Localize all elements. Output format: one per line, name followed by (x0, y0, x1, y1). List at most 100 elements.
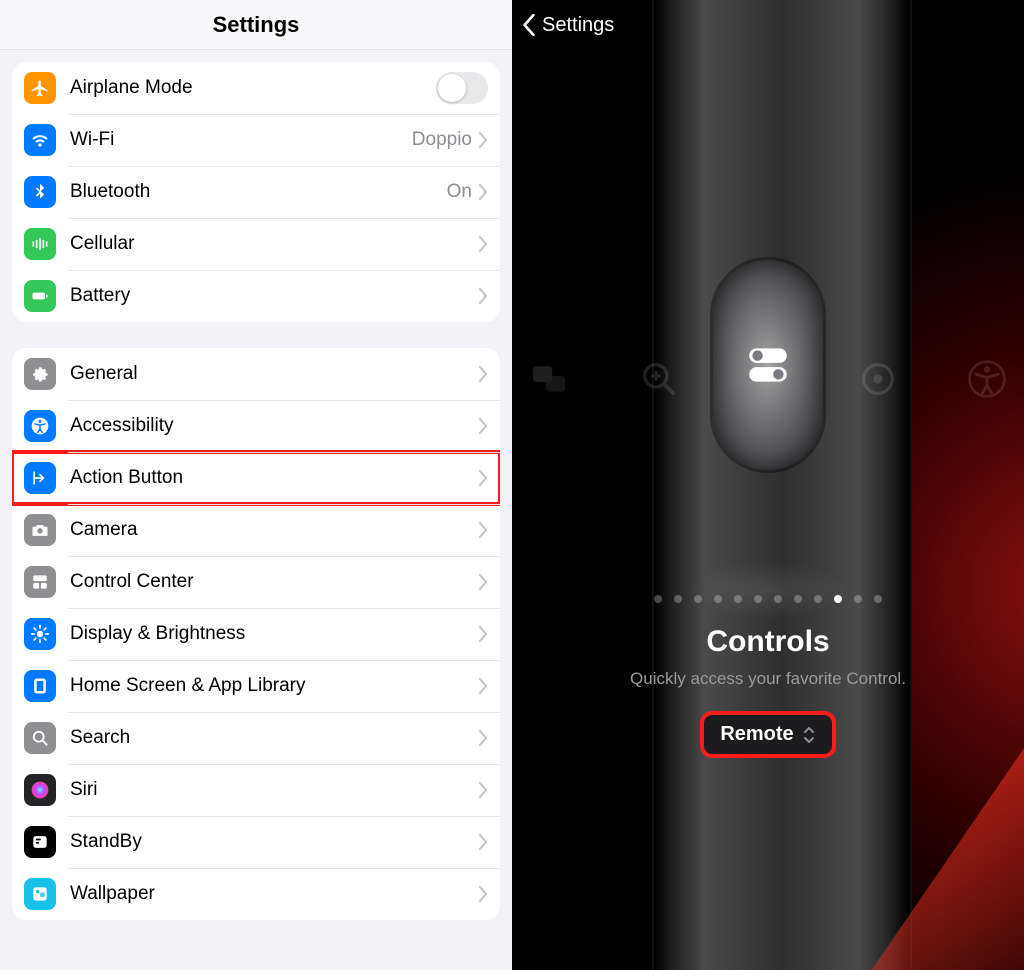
accessibility-icon (968, 360, 1006, 398)
page-dot[interactable] (834, 595, 842, 603)
settings-row-display[interactable]: Display & Brightness (12, 608, 500, 660)
settings-row-label: Action Button (70, 467, 478, 489)
page-dot[interactable] (794, 595, 802, 603)
settings-row-label: StandBy (70, 831, 478, 853)
chevron-right-icon (478, 730, 488, 746)
controls-block: Controls Quickly access your favorite Co… (512, 625, 1024, 756)
page-dot[interactable] (714, 595, 722, 603)
action-button-icon (24, 462, 56, 494)
settings-row-camera[interactable]: Camera (12, 504, 500, 556)
settings-row-controlcenter[interactable]: Control Center (12, 556, 500, 608)
settings-row-label: Bluetooth (70, 181, 447, 203)
control-picker[interactable]: Remote (702, 713, 833, 756)
settings-row-label: Accessibility (70, 415, 478, 437)
settings-row-label: Battery (70, 285, 478, 307)
airplane-switch[interactable] (436, 72, 488, 104)
controls-subtitle: Quickly access your favorite Control. (512, 669, 1024, 689)
page-dot[interactable] (854, 595, 862, 603)
back-label: Settings (542, 14, 614, 37)
page-dot[interactable] (654, 595, 662, 603)
chevron-right-icon (478, 132, 488, 148)
settings-group-general: General Accessibility Action Button Camera C… (12, 348, 500, 920)
battery-icon (24, 280, 56, 312)
settings-row-value: On (447, 181, 472, 203)
settings-scroll[interactable]: Airplane ModeWi-FiDoppioBluetoothOnCellu… (0, 50, 512, 970)
settings-row-airplane[interactable]: Airplane Mode (12, 62, 500, 114)
settings-header: Settings (0, 0, 512, 50)
chevron-right-icon (478, 522, 488, 538)
camera-icon (24, 514, 56, 546)
controls-title: Controls (512, 625, 1024, 659)
settings-row-standby[interactable]: StandBy (12, 816, 500, 868)
cellular-icon (24, 228, 56, 260)
settings-row-label: General (70, 363, 478, 385)
control-center-icon (24, 566, 56, 598)
chevron-right-icon (478, 184, 488, 200)
chevron-right-icon (478, 626, 488, 642)
page-dot[interactable] (694, 595, 702, 603)
chevron-right-icon (478, 574, 488, 590)
action-button-render (713, 260, 823, 470)
home-screen-icon (24, 670, 56, 702)
page-dot[interactable] (674, 595, 682, 603)
settings-row-label: Home Screen & App Library (70, 675, 478, 697)
chevron-right-icon (478, 366, 488, 382)
settings-row-bluetooth[interactable]: BluetoothOn (12, 166, 500, 218)
settings-row-value: Doppio (412, 129, 472, 151)
settings-list-pane: Settings Airplane ModeWi-FiDoppioBluetoo… (0, 0, 512, 970)
settings-row-search[interactable]: Search (12, 712, 500, 764)
translate-icon (530, 360, 568, 398)
settings-row-siri[interactable]: Siri (12, 764, 500, 816)
page-dot[interactable] (814, 595, 822, 603)
chevron-right-icon (478, 782, 488, 798)
settings-row-homescreen[interactable]: Home Screen & App Library (12, 660, 500, 712)
chevron-right-icon (478, 678, 488, 694)
settings-row-battery[interactable]: Battery (12, 270, 500, 322)
page-dot[interactable] (774, 595, 782, 603)
settings-row-label: Airplane Mode (70, 77, 436, 99)
chevron-right-icon (478, 236, 488, 252)
control-picker-value: Remote (720, 723, 793, 746)
settings-row-label: Wallpaper (70, 883, 478, 905)
wallpaper-icon (24, 878, 56, 910)
settings-group-connectivity: Airplane ModeWi-FiDoppioBluetoothOnCellu… (12, 62, 500, 322)
settings-row-label: Cellular (70, 233, 478, 255)
settings-row-label: Wi-Fi (70, 129, 412, 151)
settings-row-cellular[interactable]: Cellular (12, 218, 500, 270)
standby-icon (24, 826, 56, 858)
decorative-glow-bottom (688, 560, 848, 620)
page-dot[interactable] (754, 595, 762, 603)
airplane-icon (24, 72, 56, 104)
settings-row-wifi[interactable]: Wi-FiDoppio (12, 114, 500, 166)
action-button-header: Settings (512, 0, 1024, 50)
settings-row-label: Search (70, 727, 478, 749)
chevron-right-icon (478, 470, 488, 486)
chevron-right-icon (478, 418, 488, 434)
accessibility-icon (24, 410, 56, 442)
wifi-icon (24, 124, 56, 156)
chevron-right-icon (478, 834, 488, 850)
gear-icon (24, 358, 56, 390)
chevron-right-icon (478, 886, 488, 902)
settings-row-actionbutton[interactable]: Action Button (12, 452, 500, 504)
settings-row-wallpaper[interactable]: Wallpaper (12, 868, 500, 920)
brightness-icon (24, 618, 56, 650)
search-icon (24, 722, 56, 754)
back-button[interactable]: Settings (522, 14, 614, 37)
settings-row-label: Display & Brightness (70, 623, 478, 645)
chevron-right-icon (478, 288, 488, 304)
settings-row-label: Control Center (70, 571, 478, 593)
switches-icon (743, 340, 793, 390)
settings-row-label: Siri (70, 779, 478, 801)
chevron-up-down-icon (802, 726, 816, 744)
phone-edge-render (652, 0, 912, 970)
settings-row-label: Camera (70, 519, 478, 541)
settings-row-accessibility[interactable]: Accessibility (12, 400, 500, 452)
settings-title: Settings (213, 12, 300, 38)
siri-icon (24, 774, 56, 806)
page-dots[interactable] (512, 595, 1024, 603)
page-dot[interactable] (734, 595, 742, 603)
page-dot[interactable] (874, 595, 882, 603)
settings-row-general[interactable]: General (12, 348, 500, 400)
circle-dot-icon (859, 360, 897, 398)
